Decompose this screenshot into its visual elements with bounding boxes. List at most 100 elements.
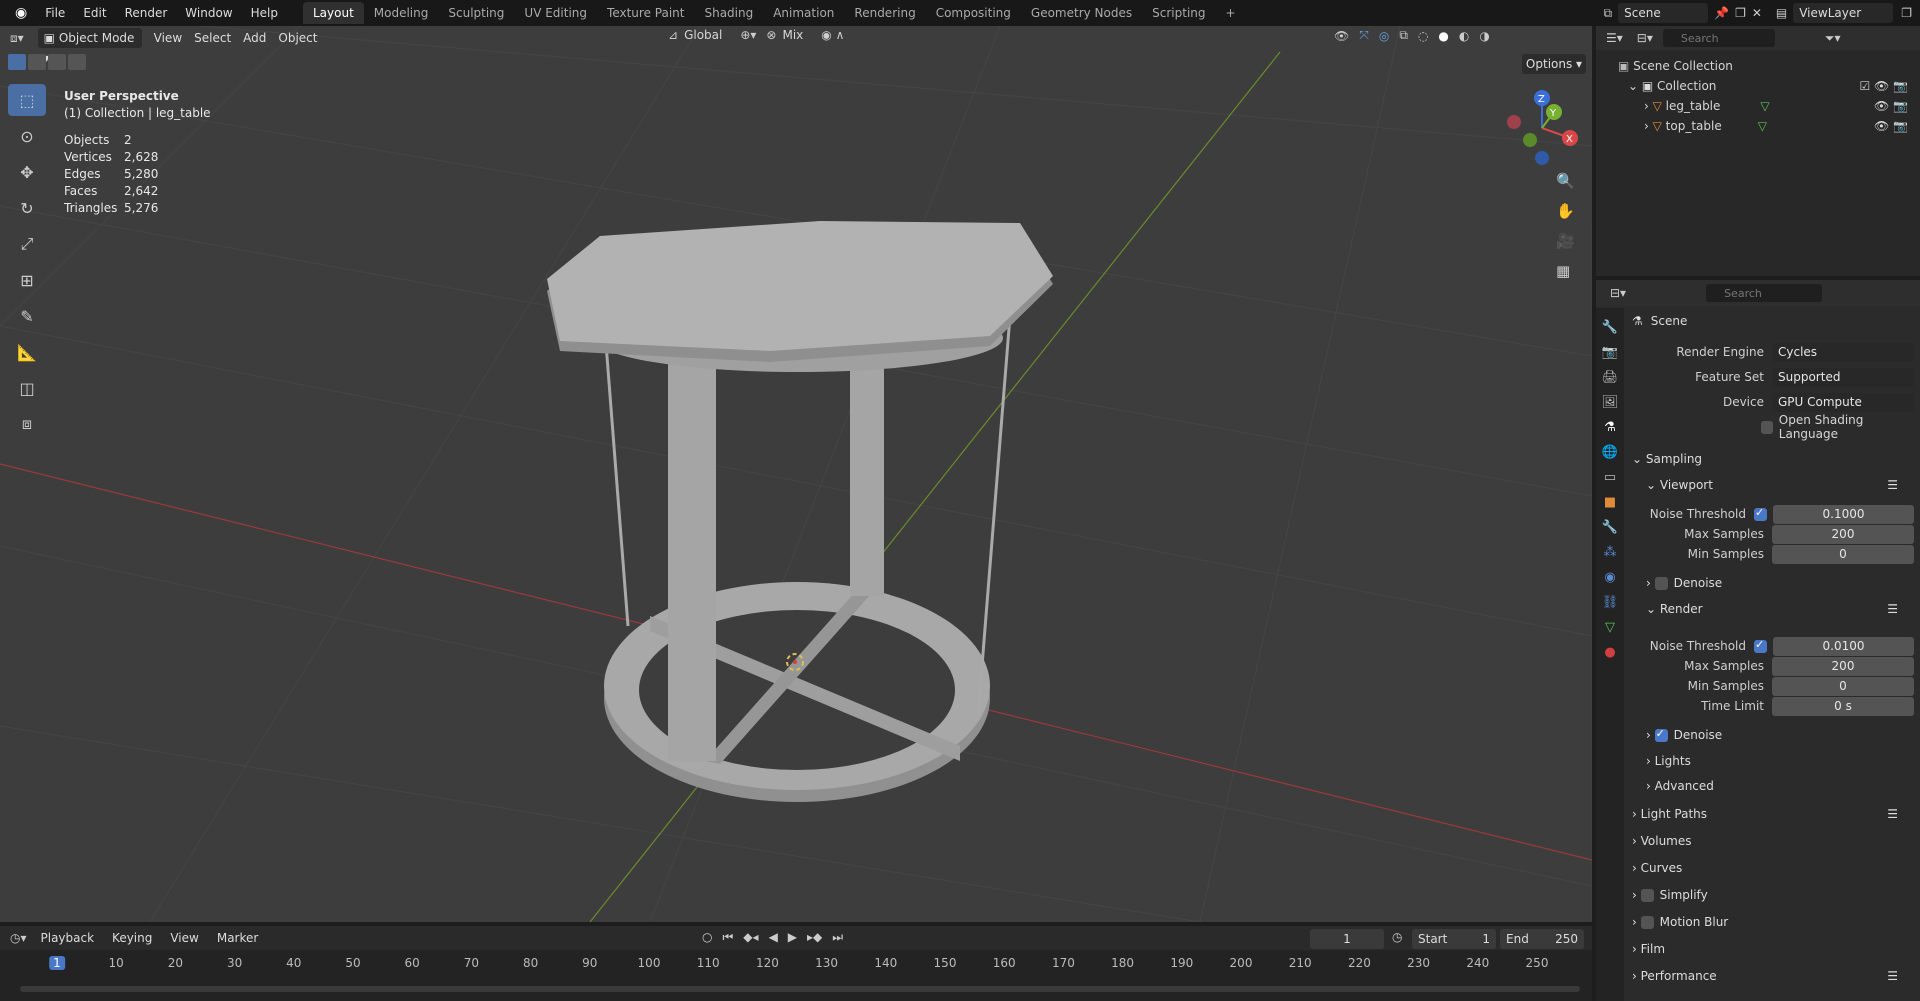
top-table-visibility-icon[interactable]: 👁 📷 <box>1874 116 1908 136</box>
tab-scripting[interactable]: Scripting <box>1142 2 1215 24</box>
menu-help[interactable]: Help <box>242 0 287 26</box>
vp-max-samples-field[interactable]: 200 <box>1772 524 1914 544</box>
rendered-shading-icon[interactable]: ◑ <box>1479 29 1489 43</box>
simplify-panel[interactable]: › Simplify <box>1632 884 1914 906</box>
editor-type-icon[interactable]: ⧈▾ <box>10 31 24 46</box>
pan-hand-icon[interactable]: ✋ <box>1556 202 1575 220</box>
mode-selector[interactable]: ▣ Object Mode ▾ <box>37 28 142 65</box>
annotate-tool-icon[interactable]: ✎ <box>8 300 46 332</box>
device-select[interactable]: GPU Compute <box>1772 392 1914 412</box>
modifier-tab-icon[interactable]: 🔧 <box>1602 520 1618 535</box>
current-frame-field[interactable]: 1 <box>1310 929 1384 949</box>
add-cube-tool-icon[interactable]: ◫ <box>8 372 46 404</box>
menu-view[interactable]: View <box>154 31 182 45</box>
menu-window[interactable]: Window <box>176 0 241 26</box>
transform-tool-icon[interactable]: ⊞ <box>8 264 46 296</box>
output-tab-icon[interactable]: 🖨 <box>1602 370 1619 385</box>
timeline-scrollbar[interactable] <box>20 986 1580 992</box>
outliner-search-input[interactable] <box>1662 29 1775 47</box>
constraints-tab-icon[interactable]: ⛓ <box>1602 595 1619 610</box>
physics-tab-icon[interactable]: ◉ <box>1604 570 1615 585</box>
menu-marker[interactable]: Marker <box>217 931 258 945</box>
menu-render[interactable]: Render <box>116 0 177 26</box>
volumes-panel[interactable]: › Volumes <box>1632 830 1914 852</box>
next-keyframe-icon[interactable]: ▸◆ <box>807 930 822 945</box>
menu-playback[interactable]: Playback <box>41 931 95 945</box>
leg-table-visibility-icon[interactable]: 👁 📷 <box>1874 96 1908 116</box>
r-max-samples-field[interactable]: 200 <box>1772 656 1914 676</box>
feature-set-select[interactable]: Supported <box>1772 367 1914 387</box>
pivot-icon[interactable]: ⊕▾ <box>740 28 756 42</box>
tab-layout[interactable]: Layout <box>302 2 364 24</box>
r-noise-threshold-field[interactable]: 0.0100 <box>1773 636 1914 656</box>
osl-checkbox[interactable] <box>1760 420 1773 434</box>
jump-start-icon[interactable]: ⏮ <box>722 930 733 945</box>
end-frame-field[interactable]: End 250 <box>1500 929 1584 949</box>
tab-geometry-nodes[interactable]: Geometry Nodes <box>1021 2 1142 24</box>
r-min-samples-field[interactable]: 0 <box>1772 676 1914 696</box>
menu-object[interactable]: Object <box>278 31 317 45</box>
scene-icon[interactable]: ⧉ <box>1604 6 1613 21</box>
menu-edit[interactable]: Edit <box>74 0 115 26</box>
performance-panel[interactable]: › Performance ☰ <box>1632 965 1914 987</box>
solid-shading-icon[interactable]: ● <box>1438 29 1448 43</box>
simplify-checkbox[interactable] <box>1640 888 1654 902</box>
delete-scene-icon[interactable]: ✕ <box>1752 6 1762 20</box>
navigation-gizmo[interactable]: Z Y X <box>1502 88 1582 168</box>
transform-orientation[interactable]: Global <box>684 28 722 42</box>
r-time-limit-field[interactable]: 0 s <box>1772 696 1914 716</box>
scale-tool-icon[interactable]: ⤢ <box>8 228 46 260</box>
timeline-editor-icon[interactable]: ◷▾ <box>10 931 27 945</box>
viewport-subsection[interactable]: ⌄ Viewport ☰ <box>1632 474 1914 496</box>
r-noise-threshold-checkbox[interactable] <box>1754 638 1767 653</box>
view-layer-tab-icon[interactable]: 🖼 <box>1602 395 1619 410</box>
scene-tab-icon[interactable]: ⚗ <box>1604 420 1616 435</box>
vp-denoise-subsection[interactable]: › Denoise <box>1632 572 1914 594</box>
outliner-item-top-table[interactable]: › ▽ top_table ▽ 👁 📷 <box>1618 116 1920 136</box>
properties-search-input[interactable] <box>1706 284 1823 302</box>
tab-animation[interactable]: Animation <box>763 2 844 24</box>
expand-icon[interactable]: ⌄ <box>1628 79 1642 93</box>
data-tab-icon[interactable]: ▽ <box>1605 620 1615 635</box>
play-icon[interactable]: ▶ <box>788 930 797 945</box>
motion-blur-checkbox[interactable] <box>1640 915 1654 929</box>
menu-timeline-view[interactable]: View <box>170 931 198 945</box>
motion-blur-panel[interactable]: › Motion Blur <box>1632 911 1914 933</box>
particles-tab-icon[interactable]: ⁂ <box>1604 545 1617 560</box>
new-scene-icon[interactable]: ❐ <box>1735 6 1746 20</box>
snap-icon[interactable]: ⊗ <box>766 28 776 42</box>
viewport-scene[interactable] <box>0 26 1592 922</box>
play-reverse-icon[interactable]: ◀ <box>769 930 778 945</box>
vp-noise-threshold-checkbox[interactable] <box>1754 506 1767 521</box>
blender-logo-icon[interactable]: ◉ <box>6 0 36 26</box>
filter-icon[interactable]: ⏷▾ <box>1825 31 1841 46</box>
xray-icon[interactable]: ⧉ <box>1399 28 1408 43</box>
outliner-scene-collection[interactable]: ▣ Scene Collection <box>1618 56 1920 76</box>
material-shading-icon[interactable]: ◐ <box>1459 29 1469 43</box>
world-tab-icon[interactable]: 🌐 <box>1602 445 1618 460</box>
scene-selector[interactable]: Scene <box>1618 3 1709 23</box>
object-tab-icon[interactable]: ■ <box>1604 495 1616 510</box>
rotate-tool-icon[interactable]: ↻ <box>8 192 46 224</box>
tool-tab-icon[interactable]: 🔧 <box>1602 320 1618 335</box>
camera-view-icon[interactable]: 🎥 <box>1556 232 1575 250</box>
tab-modeling[interactable]: Modeling <box>364 2 439 24</box>
vp-denoise-checkbox[interactable] <box>1654 576 1668 590</box>
tab-shading[interactable]: Shading <box>694 2 763 24</box>
list-icon[interactable]: ☰ <box>1887 478 1898 492</box>
tab-sculpting[interactable]: Sculpting <box>438 2 514 24</box>
add-workspace-icon[interactable]: + <box>1216 2 1246 24</box>
render-tab-icon[interactable]: 📷 <box>1602 345 1618 360</box>
prev-keyframe-icon[interactable]: ◆◂ <box>743 930 758 945</box>
3d-viewport[interactable]: ⧈▾ ▣ Object Mode ▾ View Select Add Objec… <box>0 26 1592 922</box>
options-button[interactable]: Options ▾ <box>1522 54 1586 74</box>
view-layer-icon[interactable]: ▤ <box>1776 6 1787 20</box>
lights-subsection[interactable]: › Lights <box>1632 750 1914 772</box>
new-view-layer-icon[interactable]: ❐ <box>1901 6 1912 20</box>
overlay-toggle-icon[interactable]: ◎ <box>1379 29 1389 43</box>
tab-rendering[interactable]: Rendering <box>844 2 925 24</box>
select-mode-buttons[interactable] <box>8 54 86 70</box>
list-icon[interactable]: ☰ <box>1887 969 1898 983</box>
r-denoise-checkbox[interactable] <box>1654 727 1668 742</box>
menu-add[interactable]: Add <box>243 31 266 45</box>
